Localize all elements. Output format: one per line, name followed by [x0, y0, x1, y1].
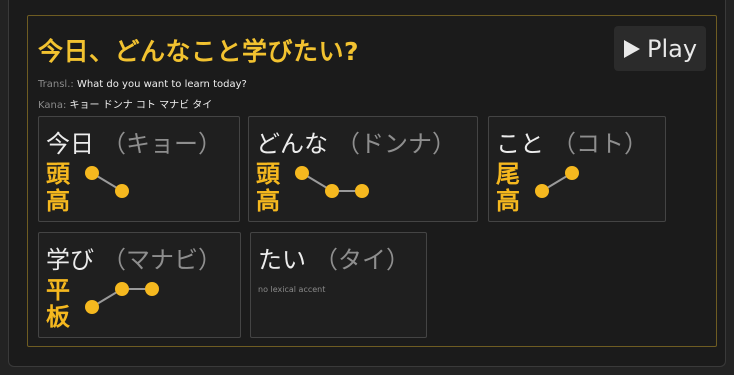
translation-line: Transl.: What do you want to learn today…	[38, 79, 247, 90]
outer-panel: 今日、どんなこと学びたい? Play Transl.: What do you …	[8, 0, 726, 367]
word-text: たい	[258, 246, 306, 274]
word-card: 学び （マナビ） 平板	[38, 232, 241, 338]
kana-line: Kana: キョー ドンナ コト マナビ タイ	[38, 96, 212, 111]
play-button[interactable]: Play	[614, 26, 706, 71]
translation-label: Transl.:	[38, 79, 74, 90]
play-button-label: Play	[646, 34, 698, 63]
word-kana: （タイ）	[314, 246, 410, 274]
translation-text: What do you want to learn today?	[76, 79, 247, 90]
pitch-mora-dot	[115, 282, 129, 296]
pitch-mora-dot	[115, 184, 129, 198]
kana-text: キョー ドンナ コト マナビ タイ	[69, 100, 213, 111]
pitch-mora-dot	[325, 184, 339, 198]
word-card: たい （タイ） no lexical accent	[250, 232, 427, 338]
kana-label: Kana:	[38, 100, 67, 111]
sentence-title: 今日、どんなこと学びたい?	[38, 37, 360, 66]
pitch-mora-dot	[565, 166, 579, 180]
word-card: こと （コト） 尾高	[488, 116, 666, 222]
pitch-mora-dot	[85, 166, 99, 180]
pitch-accent-diagram	[85, 282, 159, 314]
no-accent-note: no lexical accent	[258, 285, 326, 294]
pitch-accent-diagram	[295, 166, 369, 198]
word-card: どんな （ドンナ） 頭高	[248, 116, 478, 222]
pitch-mora-dot	[85, 300, 99, 314]
sentence-card: 今日、どんなこと学びたい? Play Transl.: What do you …	[27, 15, 717, 347]
word-heading: たい （タイ）	[258, 240, 410, 275]
pitch-accent-diagram	[535, 166, 579, 198]
pitch-mora-dot	[295, 166, 309, 180]
pitch-mora-dot	[355, 184, 369, 198]
word-card: 今日 （キョー） 頭高	[38, 116, 240, 222]
pitch-mora-dot	[145, 282, 159, 296]
pitch-accent-diagram	[85, 166, 129, 198]
pitch-mora-dot	[535, 184, 549, 198]
play-icon	[623, 39, 640, 58]
